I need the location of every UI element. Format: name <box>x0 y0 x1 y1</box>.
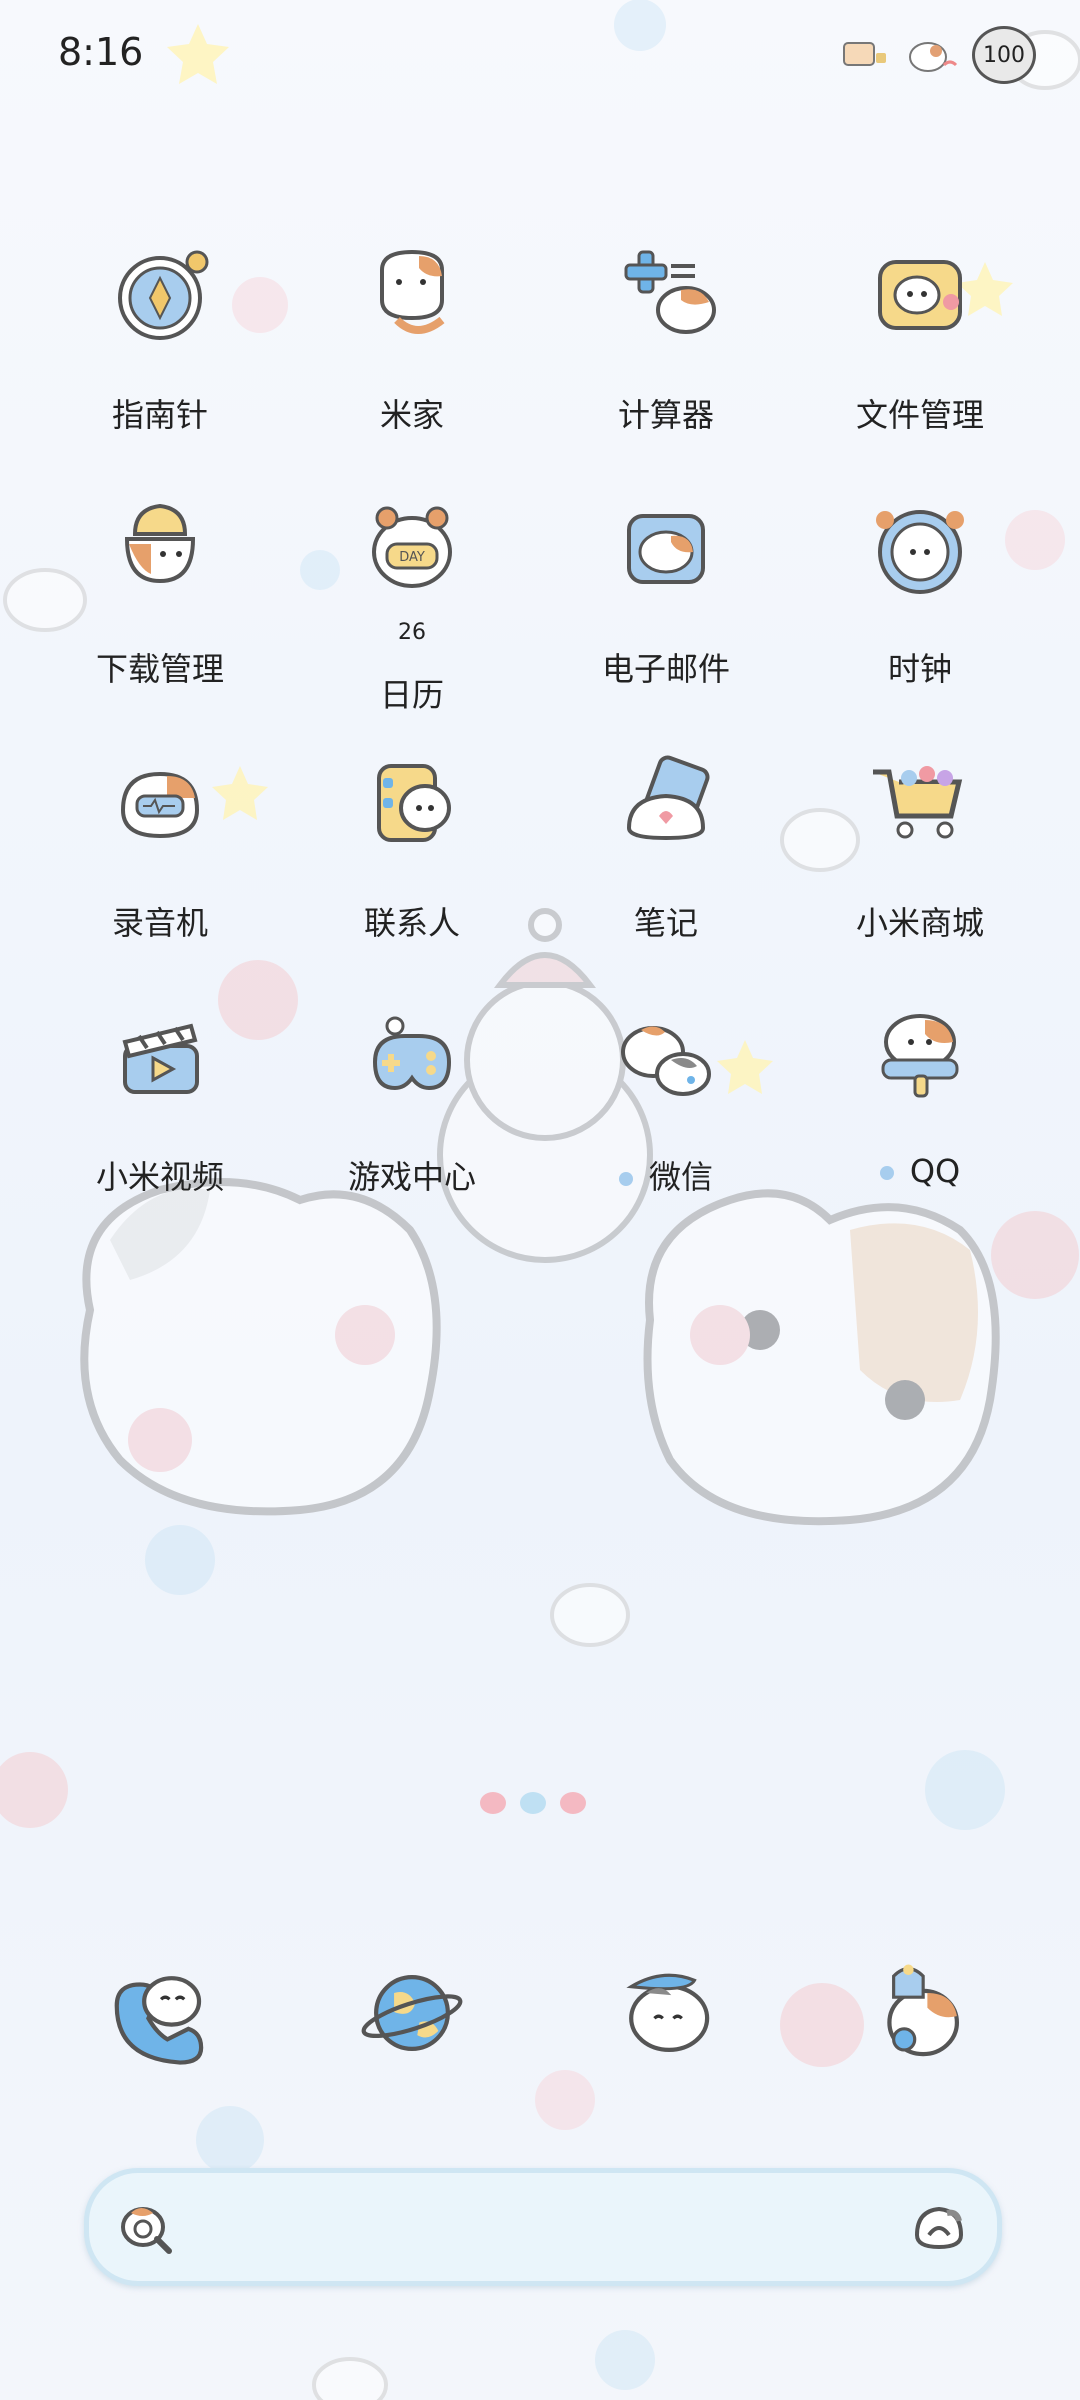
svg-text:DAY: DAY <box>399 550 425 565</box>
app-label: 笔记 <box>633 904 698 942</box>
app-row: 下载管理 DAY 日历 26 电子邮件 时钟 <box>0 494 1080 748</box>
app-calculator[interactable]: 计算器 <box>551 240 781 494</box>
clock-icon <box>876 510 964 594</box>
email-icon <box>627 514 705 584</box>
app-label: 录音机 <box>111 904 208 942</box>
dock-browser[interactable] <box>297 1955 527 2105</box>
app-row: 指南针 米家 计算器 文件管理 <box>0 240 1080 494</box>
app-label: 指南针 <box>111 396 208 434</box>
app-label-text: 微信 <box>648 1158 713 1196</box>
dock-camera[interactable] <box>805 1955 1035 2105</box>
app-label: 日历 <box>379 676 444 714</box>
dock <box>0 1955 1080 2105</box>
app-label: 电子邮件 <box>601 650 730 688</box>
compass-icon <box>118 250 209 340</box>
download-icon <box>124 503 196 584</box>
page-dot-2 <box>520 1792 546 1814</box>
mihome-icon <box>380 249 445 334</box>
app-email[interactable]: 电子邮件 <box>551 494 781 748</box>
page-indicator[interactable] <box>480 1792 586 1814</box>
app-contacts[interactable]: 联系人 <box>297 748 527 1002</box>
app-label: QQ <box>805 1152 1035 1190</box>
wifi-icon <box>909 42 958 72</box>
phone-icon <box>114 1976 204 2065</box>
dock-messages[interactable] <box>551 1955 781 2105</box>
camera-icon <box>887 1964 960 2057</box>
game-center-icon <box>372 1016 452 1091</box>
file-manager-icon <box>878 260 962 330</box>
browser-icon <box>361 1975 463 2051</box>
wechat-icon <box>621 1026 711 1096</box>
app-row: 小米视频 游戏中心 微信 QQ <box>0 1002 1080 1256</box>
app-clock[interactable]: 时钟 <box>805 494 1035 748</box>
calendar-icon: DAY <box>372 506 452 588</box>
page-dot-1 <box>480 1792 506 1814</box>
recorder-icon <box>120 771 200 839</box>
app-qq[interactable]: QQ <box>805 1002 1035 1256</box>
search-icon <box>121 2207 172 2254</box>
new-install-dot <box>879 1166 894 1180</box>
app-label: 微信 <box>551 1152 781 1198</box>
status-time: 8:16 <box>58 30 144 74</box>
app-grid: 指南针 米家 计算器 文件管理 下载管理 DAY 日历 26 电子邮件 时钟 录… <box>0 240 1080 1256</box>
app-compass[interactable]: 指南针 <box>45 240 275 494</box>
video-icon <box>122 1023 199 1094</box>
app-label: 游戏中心 <box>347 1158 476 1196</box>
app-label-text: QQ <box>909 1152 961 1190</box>
app-label: 小米视频 <box>95 1158 224 1196</box>
contacts-icon <box>377 764 451 842</box>
app-label: 下载管理 <box>95 650 224 688</box>
app-row: 录音机 联系人 笔记 小米商城 <box>0 748 1080 1002</box>
notes-icon <box>626 755 710 841</box>
status-icons: 100 <box>840 26 1036 84</box>
app-label: 计算器 <box>617 396 714 434</box>
status-bar: 8:16 100 <box>0 0 1080 110</box>
search-input[interactable] <box>199 2197 883 2259</box>
app-calendar[interactable]: DAY 日历 26 <box>297 494 527 748</box>
qq-icon <box>881 1014 959 1098</box>
calculator-icon <box>624 250 716 334</box>
app-download-manager[interactable]: 下载管理 <box>45 494 275 748</box>
app-mihome[interactable]: 米家 <box>297 240 527 494</box>
app-game-center[interactable]: 游戏中心 <box>297 1002 527 1256</box>
app-wechat[interactable]: 微信 <box>551 1002 781 1256</box>
battery-indicator: 100 <box>972 26 1036 84</box>
app-file-manager[interactable]: 文件管理 <box>805 240 1035 494</box>
messages-icon <box>626 1973 710 2053</box>
search-bar[interactable] <box>84 2168 1002 2286</box>
app-label: 米家 <box>379 396 444 434</box>
app-mi-store[interactable]: 小米商城 <box>805 748 1035 1002</box>
calendar-date: 26 <box>398 620 426 645</box>
signal-icon <box>843 42 886 66</box>
app-label: 时钟 <box>887 650 952 688</box>
app-label: 联系人 <box>363 904 460 942</box>
app-mi-video[interactable]: 小米视频 <box>45 1002 275 1256</box>
app-label: 小米商城 <box>855 904 984 942</box>
new-install-dot <box>618 1172 633 1186</box>
app-recorder[interactable]: 录音机 <box>45 748 275 1002</box>
mi-store-icon <box>873 766 963 839</box>
page-dot-3 <box>560 1792 586 1814</box>
voice-search-icon <box>914 2206 964 2250</box>
dock-phone[interactable] <box>45 1955 275 2105</box>
app-label: 文件管理 <box>855 396 984 434</box>
app-notes[interactable]: 笔记 <box>551 748 781 1002</box>
